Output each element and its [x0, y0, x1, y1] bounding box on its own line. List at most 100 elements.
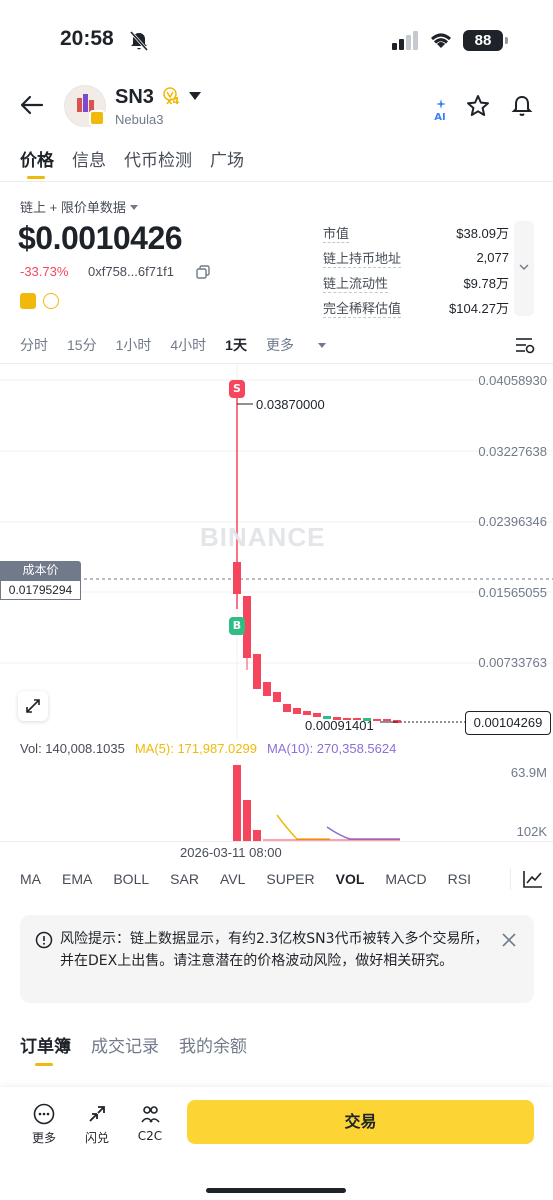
fullscreen-button[interactable] [18, 691, 48, 721]
signal-icon [392, 31, 418, 50]
token-symbol: SN3 [115, 86, 154, 108]
interval-selector: 分时 15分 1小时 4小时 1天 更多 [20, 335, 346, 355]
multiplier-badge: x4 [166, 96, 180, 107]
sparkle-icon [436, 99, 446, 109]
crosshair-date: 2026-03-11 08:00 [180, 845, 282, 860]
copy-icon[interactable] [196, 265, 210, 279]
current-price: $0.0010426 [18, 220, 183, 256]
indicator-ma[interactable]: MA [20, 871, 41, 887]
indicator-vol[interactable]: VOL [336, 871, 365, 887]
low-price-label: 0.00091401 [305, 718, 374, 733]
cost-price-value: 0.01795294 [0, 580, 81, 600]
y-axis-label: 0.00733763 [478, 655, 547, 670]
candle [273, 692, 281, 702]
ai-button[interactable]: AI [430, 94, 450, 123]
buy-marker[interactable]: B [229, 617, 245, 635]
candle [253, 654, 261, 689]
tab-my-balance[interactable]: 我的余额 [179, 1032, 247, 1057]
volume-min-label: 102K [516, 824, 547, 839]
y-axis-label: 0.01565055 [478, 585, 547, 600]
stat-fdv: 完全稀释估值 $104.27万 [323, 295, 509, 320]
tab-info[interactable]: 信息 [72, 146, 106, 171]
caret-down-icon[interactable] [188, 90, 202, 102]
token-stats: 市值 $38.09万 链上持币地址 2,077 链上流动性 $9.78万 完全稀释估值… [323, 220, 509, 320]
orderbook-tab-indicator [35, 1063, 53, 1066]
risk-warning: 风险提示：链上数据显示，有约2.3亿枚SN3代币被转入多个交易所，并在DEX上出… [20, 915, 534, 1003]
trade-button[interactable]: 交易 [187, 1100, 534, 1144]
indicator-rsi[interactable]: RSI [448, 871, 471, 887]
indicator-super[interactable]: SUPER [266, 871, 314, 887]
close-icon[interactable] [501, 932, 517, 948]
volume-chart [233, 760, 400, 842]
risk-warning-text: 风险提示：链上数据显示，有约2.3亿枚SN3代币被转入多个交易所，并在DEX上出… [60, 931, 489, 969]
data-source-selector[interactable]: 链上 + 限价单数据 [20, 197, 139, 216]
c2c-icon [141, 1106, 160, 1123]
candle [383, 719, 391, 721]
indicator-sar[interactable]: SAR [170, 871, 199, 887]
ai-label: AI [434, 112, 446, 123]
alpha-tag-icon [43, 293, 59, 309]
more-label: 更多 [31, 1131, 56, 1145]
sell-marker[interactable]: S [229, 380, 245, 398]
chart-settings-icon[interactable] [514, 335, 536, 355]
chevron-down-icon [519, 264, 529, 270]
y-axis-label: 0.04058930 [478, 373, 547, 388]
back-arrow-icon[interactable] [20, 94, 44, 116]
indicator-chart-icon[interactable] [522, 869, 544, 889]
swap-icon [89, 1106, 105, 1122]
home-indicator [206, 1188, 346, 1193]
cost-price-tag: 成本价 [0, 561, 81, 580]
interval-1h[interactable]: 1小时 [116, 335, 152, 355]
interval-4h[interactable]: 4小时 [170, 335, 206, 355]
orderbook-tabs: 订单簿 成交记录 我的余额 [20, 1032, 247, 1057]
y-axis-label: 0.03227638 [478, 444, 547, 459]
volume-bar [233, 765, 241, 841]
volume-ma10-line [326, 826, 400, 840]
c2c-label: C2C [137, 1129, 163, 1143]
tab-price[interactable]: 价格 [20, 146, 54, 171]
interval-1d[interactable]: 1天 [225, 335, 247, 355]
stats-expand-button[interactable] [514, 221, 534, 316]
indicator-macd[interactable]: MACD [385, 871, 426, 887]
bnb-chain-icon [89, 110, 105, 126]
wifi-icon [431, 33, 451, 48]
tabs-divider [0, 181, 553, 182]
data-source-label: 链上 + 限价单数据 [20, 200, 126, 215]
star-icon[interactable] [466, 94, 490, 118]
more-button[interactable]: 更多 [24, 1103, 64, 1146]
warning-icon [35, 931, 53, 949]
indicator-avl[interactable]: AVL [220, 871, 245, 887]
volume-value: Vol: 140,008.1035 [20, 741, 125, 756]
tab-orderbook[interactable]: 订单簿 [20, 1032, 71, 1057]
main-tabs: 价格 信息 代币检测 广场 [20, 146, 244, 171]
interval-15m[interactable]: 15分 [67, 335, 97, 355]
active-tab-indicator [27, 176, 45, 179]
more-icon [33, 1103, 55, 1125]
indicator-boll[interactable]: BOLL [113, 871, 149, 887]
binance-watermark: BINANCE [200, 522, 326, 552]
candle [263, 682, 271, 696]
status-bar: 20:58 88 [0, 0, 553, 80]
contract-address: 0xf758...6f71f1 [88, 264, 175, 279]
y-axis-label: 0.02396346 [478, 514, 547, 529]
interval-more[interactable]: 更多 [266, 335, 327, 355]
volume-ma10: MA(10): 270,358.5624 [266, 741, 397, 756]
indicator-ema[interactable]: EMA [62, 871, 92, 887]
c2c-button[interactable]: C2C [130, 1103, 170, 1143]
swap-button[interactable]: 闪兑 [77, 1103, 117, 1146]
candle [373, 719, 381, 721]
tab-square[interactable]: 广场 [210, 146, 244, 171]
interval-time[interactable]: 分时 [20, 335, 48, 355]
stat-liquidity: 链上流动性 $9.78万 [323, 270, 509, 295]
stat-market-cap: 市值 $38.09万 [323, 220, 509, 245]
token-name: Nebula3 [115, 112, 164, 127]
price-change: -33.73% [20, 264, 69, 279]
volume-ma5: MA(5): 171,987.0299 [134, 741, 257, 756]
tab-token-check[interactable]: 代币检测 [124, 146, 192, 171]
caret-down-icon [130, 205, 139, 210]
tab-trades[interactable]: 成交记录 [91, 1032, 159, 1057]
indicator-tabs: MA EMA BOLL SAR AVL SUPER VOL MACD RSI [20, 871, 492, 887]
indicator-separator [510, 868, 511, 890]
bell-icon[interactable] [510, 94, 534, 118]
candle [283, 704, 291, 712]
